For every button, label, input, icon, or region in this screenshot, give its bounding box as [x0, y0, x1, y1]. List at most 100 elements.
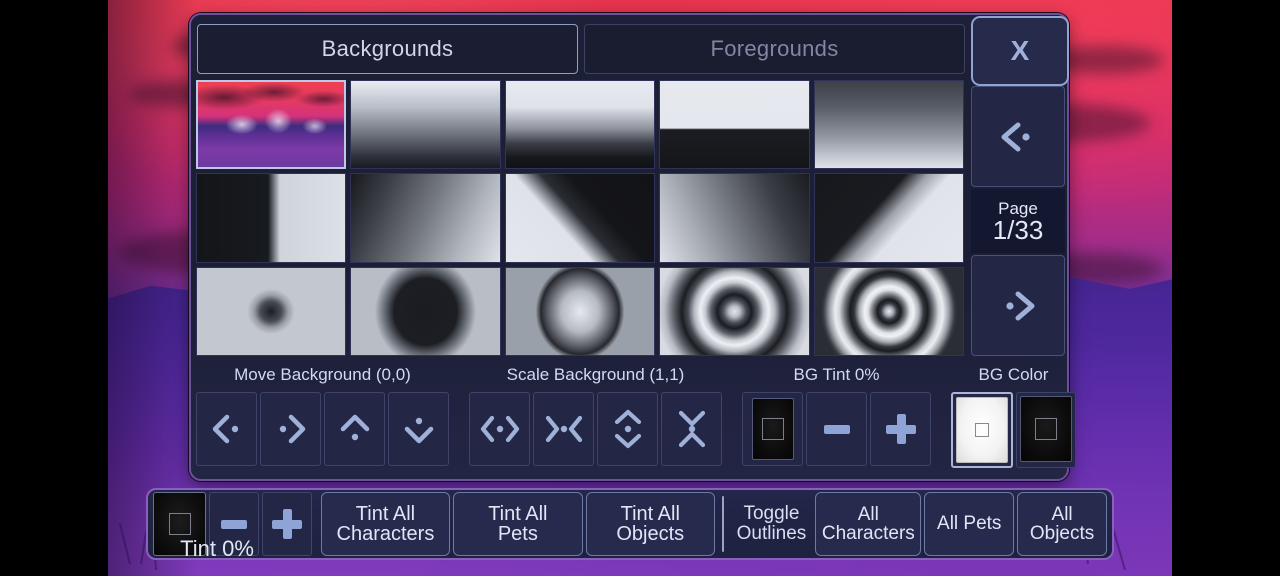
thumbnail-radial-light-center[interactable] [504, 266, 656, 356]
thumb-image [660, 81, 809, 169]
tint-increase-button[interactable] [261, 492, 312, 556]
pagination-column: Page 1/33 [971, 86, 1065, 356]
button-line-1: Tint All [355, 502, 416, 525]
close-button[interactable]: X [971, 16, 1069, 86]
move-up-button[interactable] [324, 392, 385, 466]
bg-tint-color-preview [751, 398, 794, 460]
thumb-image [505, 174, 655, 262]
page-value: 1/33 [992, 214, 1044, 245]
thumbnail-diagonal-split-dark-top[interactable] [504, 173, 656, 263]
letterbox-right [1172, 0, 1280, 576]
tint-all-pets-button[interactable]: Tint All Pets [453, 492, 583, 556]
chevron-left-icon [1001, 122, 1030, 151]
tab-foregrounds[interactable]: Foregrounds [584, 24, 965, 74]
scale-background-label: Scale Background (1,1) [506, 365, 685, 384]
bg-tint-increase-button[interactable] [870, 392, 931, 466]
thumbnail-concentric-rings-two[interactable] [659, 266, 810, 356]
swatch-marker [761, 418, 784, 440]
tint-all-characters-button[interactable]: Tint All Characters [320, 492, 451, 556]
minus-icon [221, 519, 248, 529]
thumb-mountains [198, 82, 345, 168]
plus-icon [885, 414, 916, 444]
button-line-2: Objects [1029, 523, 1095, 544]
tint-all-objects-button[interactable]: Tint All Objects [585, 492, 715, 556]
outline-all-pets-button[interactable]: All Pets [924, 492, 1015, 556]
scale-taller-button[interactable] [597, 392, 658, 466]
scale-background-group: Scale Background (1,1) [469, 360, 722, 474]
move-background-group: Move Background (0,0) [196, 360, 449, 474]
previous-page-button[interactable] [971, 86, 1065, 187]
collapse-vertical-icon [678, 410, 705, 448]
thumbnail-small-radial-dark-center[interactable] [196, 266, 347, 356]
outline-all-objects-button[interactable]: All Objects [1017, 492, 1107, 556]
chevron-right-dot-icon [279, 414, 305, 444]
move-left-button[interactable] [196, 392, 257, 466]
bg-color-white-preview [956, 397, 1008, 463]
bg-tint-swatch[interactable] [742, 392, 803, 466]
bg-color-group: BG Color [951, 360, 1076, 474]
thumbnail-corner-gradient[interactable] [659, 173, 810, 263]
button-line-1: Tint All [620, 502, 680, 525]
tint-toolbar: Tint All Characters Tint All Pets Tint A… [146, 488, 1114, 560]
move-down-button[interactable] [388, 392, 449, 466]
bg-tint-decrease-button[interactable] [806, 392, 867, 466]
thumbnail-dark-to-light-vertical[interactable] [813, 80, 964, 170]
thumbnail-diagonal-split-light-left[interactable] [813, 173, 964, 263]
thumbnail-hard-split-horizon[interactable] [659, 80, 810, 170]
button-line-1: All [1051, 503, 1073, 525]
label-line-1: Toggle [743, 503, 800, 525]
letterbox-left [0, 0, 108, 576]
tint-color-swatch[interactable] [153, 492, 207, 556]
button-line-2: Characters [821, 523, 915, 544]
thumb-image [814, 81, 963, 169]
scale-shorter-button[interactable] [661, 392, 722, 466]
background-controls: Move Background (0,0) Scale Background (… [196, 360, 1076, 474]
thumbnail-hard-vertical-split[interactable] [196, 173, 347, 263]
thumb-image [505, 81, 655, 169]
tint-decrease-button[interactable] [209, 492, 259, 556]
thumbnail-large-ellipse-dark[interactable] [350, 266, 501, 356]
close-icon: X [1010, 35, 1030, 66]
thumbnail-concentric-rings-three[interactable] [813, 266, 964, 356]
thumb-image [505, 267, 655, 355]
thumb-image [814, 267, 963, 355]
move-right-button[interactable] [260, 392, 321, 466]
thumb-image [197, 174, 346, 262]
button-line-1: Tint All [488, 502, 548, 525]
minus-icon [823, 424, 850, 434]
collapse-horizontal-icon [545, 415, 582, 443]
button-line-1: All Pets [937, 513, 1002, 535]
thumbnail-top-light-bottom-black-gradient[interactable] [504, 80, 656, 170]
next-page-button[interactable] [971, 255, 1065, 356]
bg-color-swatch-black[interactable] [1016, 392, 1076, 468]
thumb-image [660, 174, 809, 262]
scale-wider-button[interactable] [469, 392, 530, 466]
scale-narrower-button[interactable] [533, 392, 594, 466]
bg-tint-label: BG Tint 0% [793, 365, 880, 384]
chevron-down-dot-icon [404, 417, 433, 444]
chevron-left-dot-icon [212, 414, 238, 444]
thumbnail-mountain-sunset-scene[interactable] [196, 80, 347, 170]
thumb-image [197, 267, 346, 355]
button-line-2: Objects [616, 523, 685, 545]
thumbnail-vertical-gradient-light-to-dark[interactable] [350, 80, 501, 170]
tab-backgrounds[interactable]: Backgrounds [197, 24, 578, 74]
toggle-outlines-label: Toggle Outlines [731, 493, 813, 555]
thumbnail-diagonal-soft-gradient[interactable] [350, 173, 501, 263]
bg-color-black-preview [1020, 396, 1072, 462]
screen: Backgrounds Foregrounds X Page 1/33 Move… [0, 0, 1280, 576]
chevron-up-dot-icon [340, 414, 369, 441]
expand-horizontal-icon [480, 415, 519, 443]
outline-all-characters-button[interactable]: All Characters [815, 492, 922, 556]
plus-icon [271, 509, 302, 539]
swatch-marker [168, 513, 191, 535]
thumbnail-grid [196, 80, 964, 356]
bg-tint-group: BG Tint 0% [742, 360, 931, 474]
thumb-image [351, 81, 500, 169]
page-label: Page [998, 198, 1038, 218]
chevron-right-icon [1006, 291, 1035, 320]
swatch-marker [975, 423, 989, 437]
bg-color-swatch-white[interactable] [951, 392, 1013, 468]
bg-color-label: BG Color [978, 365, 1049, 384]
tab-backgrounds-label: Backgrounds [321, 36, 454, 61]
